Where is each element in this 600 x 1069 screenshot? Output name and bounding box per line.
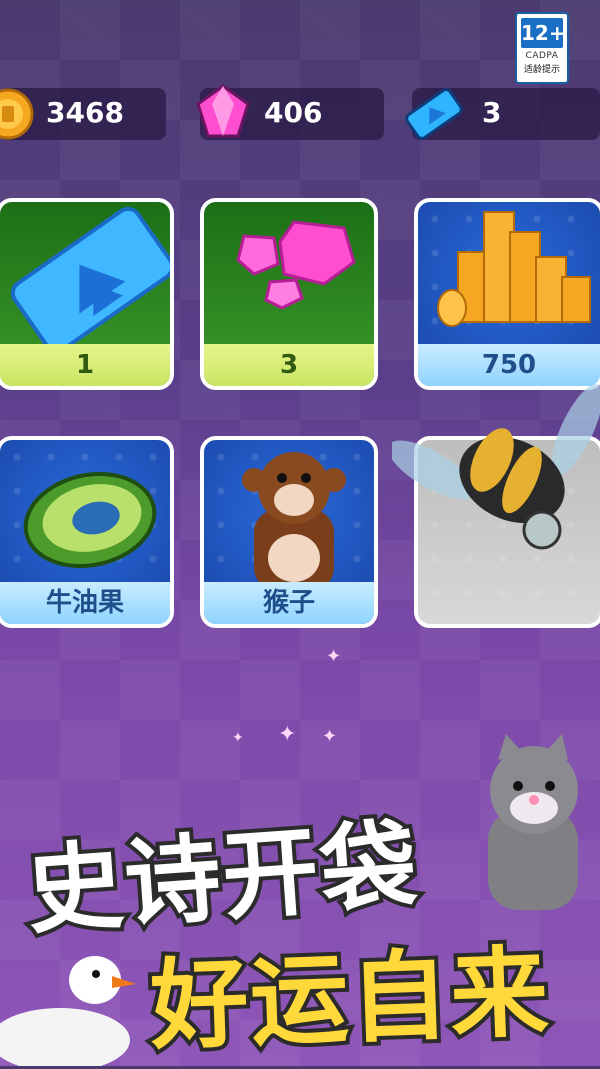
reward-card-gems[interactable]: 3 [200,198,378,390]
reward-label: 1 [0,344,170,386]
cat-character-icon [488,734,578,910]
reward-card-ticket[interactable]: 1 [0,198,174,390]
age-rating-org: CADPA [525,51,559,61]
pink-gems-icon [236,220,356,310]
sparkle-icon: ✦ [278,722,297,747]
gem-value: 406 [264,96,323,129]
sparkle-icon: ✦ [322,726,338,747]
reward-label: 牛油果 [0,582,170,624]
gold-coins-stack-icon [437,211,591,327]
gem-counter[interactable]: 406 [196,84,384,140]
ticket-value: 3 [482,96,502,129]
bee-icon [392,384,600,550]
reward-label: 3 [204,344,374,386]
gold-coin-icon [0,88,34,140]
age-rating-number: 12+ [521,18,566,48]
sparkle-icon: ✦ [326,646,342,667]
blue-ticket-icon [10,206,170,352]
reward-label: 猴子 [204,582,374,624]
swan-float-icon [0,956,136,1066]
reward-card-avocado[interactable]: 牛油果 [0,436,174,628]
pink-gem-icon [196,84,250,138]
blue-ticket-icon [405,88,463,140]
monkey-icon [242,452,346,590]
banner-title-line2: 好运自来 [144,932,556,1068]
age-rating-badge: 12+ CADPA 适龄提示 [515,12,569,84]
reward-card-coins[interactable]: 750 [414,198,600,390]
sparkle-icon: ✦ [232,730,244,746]
coin-value: 3468 [46,96,124,129]
age-rating-tip: 适龄提示 [523,65,560,75]
coin-counter[interactable]: 3468 [0,88,166,140]
avocado-float-icon [23,471,157,569]
reward-card-monkey[interactable]: 猴子 [200,436,378,628]
ticket-counter[interactable]: 3 [405,88,600,140]
